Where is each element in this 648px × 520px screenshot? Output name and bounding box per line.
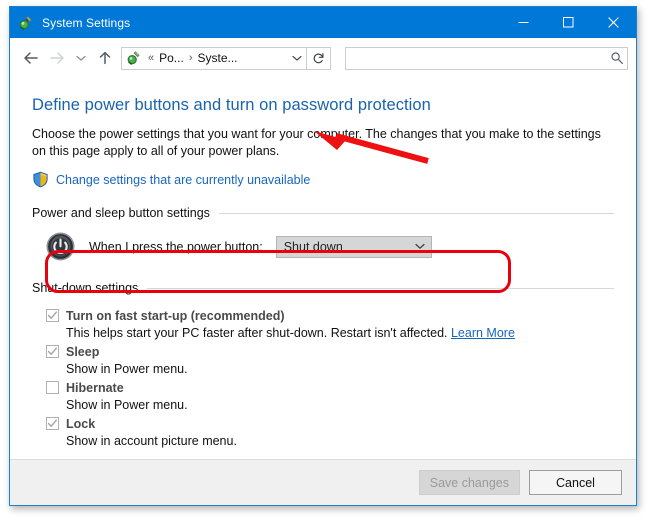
page-description: Choose the power settings that you want … [32, 127, 601, 158]
power-button-setting-row: When I press the power button: Shut down [46, 232, 614, 261]
cancel-button[interactable]: Cancel [529, 470, 622, 495]
fast-startup-checkbox[interactable] [46, 309, 59, 322]
power-button-icon [46, 232, 75, 261]
shutdown-section-label: Shut-down settings [32, 281, 139, 295]
fast-startup-description: This helps start your PC faster after sh… [66, 324, 614, 342]
uac-elevation-row: Change settings that are currently unava… [32, 171, 614, 188]
sleep-label: Sleep [66, 344, 100, 359]
lock-checkbox[interactable] [46, 417, 59, 430]
sleep-checkbox[interactable] [46, 345, 59, 358]
refresh-button[interactable] [307, 46, 331, 70]
window-controls [501, 7, 636, 38]
power-button-label: When I press the power button: [89, 239, 263, 254]
lock-label: Lock [66, 416, 96, 431]
power-plug-icon [18, 15, 34, 31]
breadcrumb-item-power[interactable]: Po... [157, 51, 186, 65]
hibernate-item: Hibernate Show in Power menu. [46, 379, 614, 414]
power-button-action-dropdown[interactable]: Shut down [275, 235, 432, 258]
forward-arrow-icon [44, 45, 70, 71]
dropdown-selected-value: Shut down [283, 239, 343, 254]
chevron-down-icon[interactable] [288, 54, 306, 62]
window-title: System Settings [42, 15, 131, 30]
back-arrow-icon[interactable] [18, 45, 44, 71]
search-icon[interactable] [607, 51, 627, 65]
close-button[interactable] [591, 7, 636, 38]
section-divider [147, 287, 614, 289]
settings-content: Define power buttons and turn on passwor… [10, 78, 636, 459]
hibernate-description: Show in Power menu. [66, 398, 188, 412]
change-unavailable-settings-link[interactable]: Change settings that are currently unava… [56, 173, 310, 187]
navigation-toolbar: « Po... › Syste... [10, 38, 636, 78]
hibernate-label: Hibernate [66, 380, 124, 395]
chevron-down-icon [409, 243, 431, 250]
dialog-footer: Save changes Cancel [10, 459, 636, 505]
title-bar: System Settings [10, 7, 636, 38]
fast-startup-row[interactable]: Turn on fast start-up (recommended) [46, 307, 614, 324]
section-divider [218, 212, 614, 214]
power-plug-icon [126, 50, 142, 66]
sleep-row[interactable]: Sleep [46, 343, 614, 360]
save-changes-button[interactable]: Save changes [418, 470, 520, 495]
breadcrumb-separator: › [188, 52, 193, 64]
search-box[interactable] [345, 46, 628, 70]
sleep-item: Sleep Show in Power menu. [46, 343, 614, 378]
breadcrumb-item-system[interactable]: Syste... [195, 51, 239, 65]
power-section-header: Power and sleep button settings [32, 206, 614, 220]
address-bar[interactable]: « Po... › Syste... [121, 46, 307, 70]
lock-item: Lock Show in account picture menu. [46, 415, 614, 450]
shutdown-settings-list: Turn on fast start-up (recommended) This… [46, 307, 614, 450]
recent-locations-icon[interactable] [70, 45, 92, 71]
system-settings-window: System Settings « Po... › Syste... Defin… [9, 6, 637, 506]
minimize-button[interactable] [501, 7, 546, 38]
shield-icon [32, 171, 49, 188]
sleep-description: Show in Power menu. [66, 362, 188, 376]
lock-description: Show in account picture menu. [66, 434, 237, 448]
page-title: Define power buttons and turn on passwor… [32, 96, 431, 114]
fast-startup-label: Turn on fast start-up (recommended) [66, 308, 285, 323]
hibernate-row[interactable]: Hibernate [46, 379, 614, 396]
lock-row[interactable]: Lock [46, 415, 614, 432]
fast-startup-item: Turn on fast start-up (recommended) This… [46, 307, 614, 342]
maximize-button[interactable] [546, 7, 591, 38]
hibernate-checkbox[interactable] [46, 381, 59, 394]
power-section-label: Power and sleep button settings [32, 206, 210, 220]
shutdown-section-header: Shut-down settings [32, 281, 614, 295]
up-arrow-icon[interactable] [92, 45, 118, 71]
fast-startup-subtitle: This helps start your PC faster after sh… [66, 326, 448, 340]
search-input[interactable] [346, 51, 607, 65]
learn-more-link[interactable]: Learn More [451, 326, 515, 340]
breadcrumb-overflow[interactable]: « [145, 52, 157, 64]
